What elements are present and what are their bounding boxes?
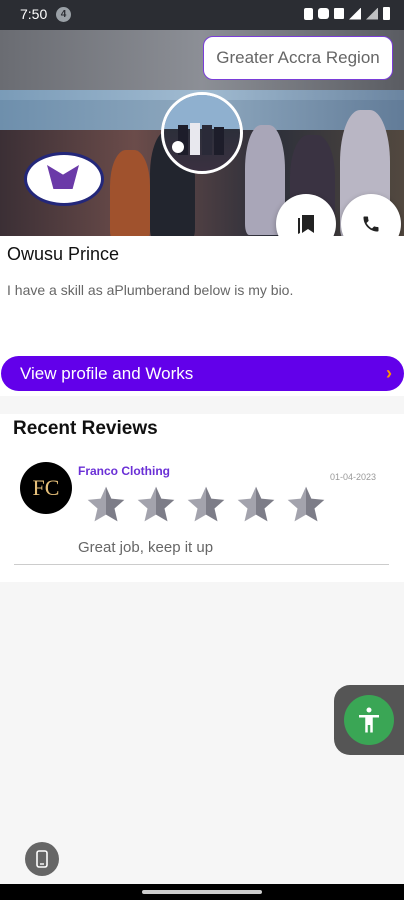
status-time: 7:50: [20, 6, 48, 22]
clipboard-icon: [304, 7, 313, 20]
profile-avatar[interactable]: [161, 92, 243, 174]
phone-device-icon: [36, 850, 48, 868]
organization-seal: [24, 152, 104, 206]
battery-icon: [383, 7, 390, 20]
accessibility-button[interactable]: [334, 685, 404, 755]
view-profile-label: View profile and Works: [20, 364, 194, 383]
star-icon: [187, 486, 225, 522]
star-icon: [237, 486, 275, 522]
star-icon: [287, 486, 325, 522]
chevron-right-icon: ›: [386, 363, 392, 383]
star-icon: [87, 486, 125, 522]
reviewer-logo: FC: [20, 462, 72, 514]
reviewer-name[interactable]: Franco Clothing: [78, 464, 170, 478]
review-rating: [86, 484, 326, 526]
home-gesture-handle[interactable]: [142, 890, 262, 894]
signal-icon: [349, 7, 361, 20]
accessibility-icon: [359, 707, 379, 733]
reviews-title: Recent Reviews: [13, 418, 158, 439]
provider-name: Owusu Prince: [7, 244, 120, 264]
notification-badge: 4: [56, 7, 71, 22]
status-bar: 7:50 4: [0, 0, 404, 30]
wifi-signal-icon: [366, 7, 378, 20]
review-date: 01-04-2023: [329, 472, 376, 482]
region-selector[interactable]: Greater Accra Region: [203, 36, 393, 80]
bookmark-icon: [298, 215, 314, 234]
star-icon: [137, 486, 175, 522]
review-divider: [14, 564, 389, 565]
alarm-icon: [318, 8, 329, 19]
vibrate-icon: [334, 8, 344, 19]
review-comment: Great job, keep it up: [78, 539, 214, 556]
avatar-photo: [164, 95, 240, 155]
view-profile-button[interactable]: View profile and Works ›: [1, 356, 404, 391]
system-icons: [304, 7, 390, 20]
device-button[interactable]: [25, 842, 59, 876]
phone-icon: [363, 216, 379, 232]
provider-bio: I have a skill as aPlumberand below is m…: [7, 282, 294, 298]
